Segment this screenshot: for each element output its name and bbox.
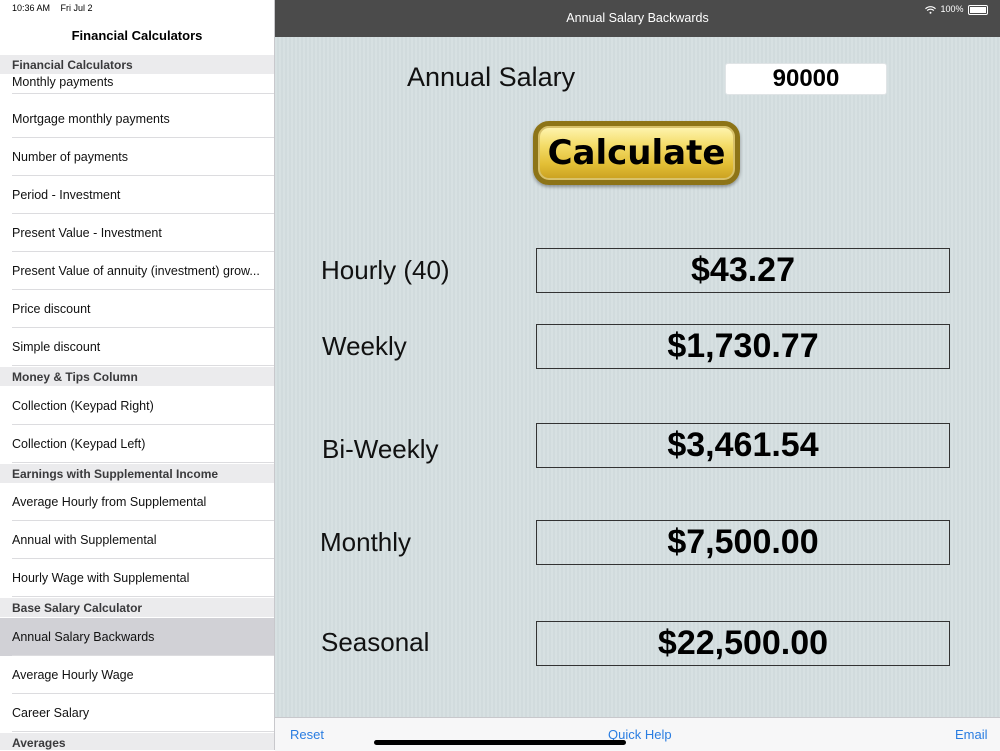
section-header-financial: Financial Calculators xyxy=(0,55,274,74)
sidebar-item-mortgage-monthly[interactable]: Mortgage monthly payments xyxy=(0,100,274,138)
sidebar-item-average-hourly-wage[interactable]: Average Hourly Wage xyxy=(0,656,274,694)
seasonal-result: $22,500.00 xyxy=(536,621,950,666)
bi-weekly-label: Bi-Weekly xyxy=(322,434,439,464)
battery-percent: 100% xyxy=(940,4,964,14)
bi-weekly-result: $3,461.54 xyxy=(536,423,950,468)
sidebar-item-collection-left[interactable]: Collection (Keypad Left) xyxy=(0,425,274,463)
sidebar-item-simple-discount[interactable]: Simple discount xyxy=(0,328,274,366)
main-panel: Annual Salary Backwards 100% Annual Sala… xyxy=(275,0,1000,751)
monthly-result: $7,500.00 xyxy=(536,520,950,565)
section-header-base-salary: Base Salary Calculator xyxy=(0,598,274,617)
weekly-result: $1,730.77 xyxy=(536,324,950,369)
hourly-result: $43.27 xyxy=(536,248,950,293)
status-bar-left: 10:36 AM Fri Jul 2 xyxy=(12,3,101,13)
sidebar-item-annual-salary-backwards[interactable]: Annual Salary Backwards xyxy=(0,618,274,656)
sidebar-item-price-discount[interactable]: Price discount xyxy=(0,290,274,328)
sidebar-item-average-hourly-supplemental[interactable]: Average Hourly from Supplemental xyxy=(0,483,274,521)
weekly-label: Weekly xyxy=(322,331,407,361)
battery-icon xyxy=(968,4,988,15)
sidebar-item-period-investment[interactable]: Period - Investment xyxy=(0,176,274,214)
sidebar-item-present-value-annuity[interactable]: Present Value of annuity (investment) gr… xyxy=(0,252,274,290)
nav-bar: Annual Salary Backwards 100% xyxy=(275,0,1000,37)
sidebar-item-collection-right[interactable]: Collection (Keypad Right) xyxy=(0,387,274,425)
sidebar-item-present-value[interactable]: Present Value - Investment xyxy=(0,214,274,252)
annual-salary-input[interactable] xyxy=(725,63,887,95)
section-header-earnings: Earnings with Supplemental Income xyxy=(0,464,274,483)
monthly-label: Monthly xyxy=(320,527,412,557)
calculate-button[interactable]: Calculate xyxy=(533,121,740,185)
sidebar-item-hourly-wage-supplemental[interactable]: Hourly Wage with Supplemental xyxy=(0,559,274,597)
home-indicator[interactable] xyxy=(374,740,626,745)
email-button[interactable]: Email xyxy=(955,727,988,742)
sidebar: 10:36 AM Fri Jul 2 Financial Calculators… xyxy=(0,0,275,750)
wifi-icon xyxy=(925,4,939,14)
bottom-toolbar: Reset Quick Help Email xyxy=(275,717,1000,751)
hourly-label: Hourly (40) xyxy=(321,255,450,285)
reset-button[interactable]: Reset xyxy=(290,727,324,742)
status-date: Fri Jul 2 xyxy=(60,3,93,13)
nav-title: Annual Salary Backwards xyxy=(566,11,709,25)
sidebar-item-number-of-payments[interactable]: Number of payments xyxy=(0,138,274,176)
section-header-averages: Averages xyxy=(0,733,274,750)
status-bar-right: 100% xyxy=(925,3,988,15)
sidebar-item-annual-supplemental[interactable]: Annual with Supplemental xyxy=(0,521,274,559)
seasonal-label: Seasonal xyxy=(321,627,430,657)
status-time: 10:36 AM xyxy=(12,3,51,13)
sidebar-title: Financial Calculators xyxy=(71,28,203,43)
annual-salary-label: Annual Salary xyxy=(407,62,576,92)
sidebar-item-career-salary[interactable]: Career Salary xyxy=(0,694,274,732)
section-header-money-tips: Money & Tips Column xyxy=(0,367,274,386)
sidebar-item-monthly-payments[interactable]: Monthly payments xyxy=(0,74,274,94)
